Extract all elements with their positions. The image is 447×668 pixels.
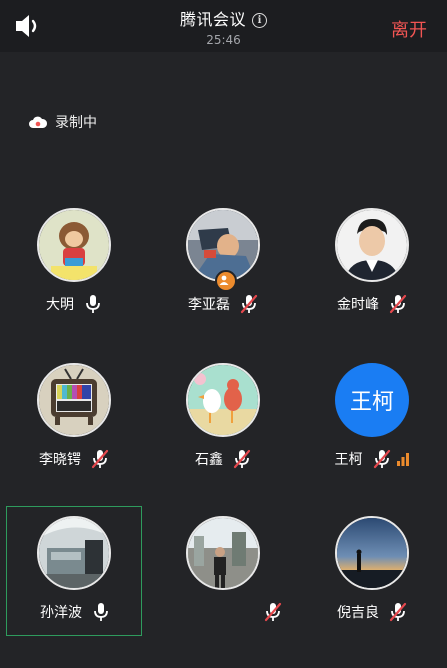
participant-nameline: 金时峰 bbox=[304, 294, 440, 314]
participant-tile[interactable]: 李亚磊 bbox=[155, 198, 291, 328]
mic-muted-icon bbox=[240, 294, 258, 314]
recording-status: 录制中 bbox=[28, 112, 97, 132]
avatar bbox=[37, 516, 111, 590]
cloud-recording-icon bbox=[29, 116, 48, 128]
mic-muted-icon bbox=[233, 449, 251, 469]
participant-nameline: 王柯 bbox=[304, 449, 440, 469]
mic-muted-icon bbox=[373, 449, 390, 469]
participant-tile[interactable]: 李晓锷 bbox=[6, 353, 142, 483]
participant-nameline: 大明 bbox=[6, 294, 142, 314]
participant-tile[interactable] bbox=[155, 506, 291, 636]
participant-tile-active[interactable]: 孙洋波 bbox=[6, 506, 142, 636]
avatar bbox=[335, 516, 409, 590]
participant-tile[interactable]: 金时峰 bbox=[304, 198, 440, 328]
avatar bbox=[186, 363, 260, 437]
participant-tile[interactable]: 大明 bbox=[6, 198, 142, 328]
host-badge-icon bbox=[215, 270, 237, 292]
participant-name: 金时峰 bbox=[337, 297, 379, 313]
mic-muted-icon bbox=[389, 294, 407, 314]
avatar bbox=[186, 516, 260, 590]
mic-on-icon bbox=[94, 603, 108, 621]
info-icon[interactable]: i bbox=[252, 13, 267, 28]
top-bar: 腾讯会议 i 25:46 离开 bbox=[0, 0, 447, 52]
avatar bbox=[335, 208, 409, 282]
text-avatar: 王柯 bbox=[335, 363, 409, 437]
leave-button[interactable]: 离开 bbox=[391, 16, 427, 42]
participant-nameline bbox=[155, 602, 291, 622]
mic-muted-icon bbox=[91, 449, 109, 469]
title-block: 腾讯会议 i 25:46 bbox=[0, 6, 447, 47]
signal-strength-icon bbox=[396, 453, 409, 466]
participant-name: 倪吉良 bbox=[337, 605, 379, 621]
participant-nameline: 李晓锷 bbox=[6, 449, 142, 469]
meeting-title: 腾讯会议 bbox=[179, 10, 246, 29]
participant-nameline: 孙洋波 bbox=[7, 602, 143, 622]
participant-name: 王柯 bbox=[334, 452, 363, 468]
participant-tile[interactable]: 石鑫 bbox=[155, 353, 291, 483]
participant-nameline: 石鑫 bbox=[155, 449, 291, 469]
participant-nameline: 李亚磊 bbox=[155, 294, 291, 314]
mic-muted-icon bbox=[264, 602, 282, 622]
participant-name: 石鑫 bbox=[195, 452, 223, 468]
participant-name: 大明 bbox=[46, 297, 74, 313]
avatar bbox=[37, 363, 111, 437]
recording-label: 录制中 bbox=[55, 115, 97, 131]
meeting-timer: 25:46 bbox=[206, 33, 241, 47]
participant-tile[interactable]: 王柯 王柯 bbox=[304, 353, 440, 483]
participant-name: 孙洋波 bbox=[40, 605, 82, 621]
avatar bbox=[37, 208, 111, 282]
mic-on-icon bbox=[86, 295, 100, 313]
participant-name: 李亚磊 bbox=[188, 297, 230, 313]
mic-muted-icon bbox=[389, 602, 407, 622]
participant-name: 李晓锷 bbox=[39, 452, 81, 468]
participant-nameline: 倪吉良 bbox=[304, 602, 440, 622]
participant-tile[interactable]: 倪吉良 bbox=[304, 506, 440, 636]
